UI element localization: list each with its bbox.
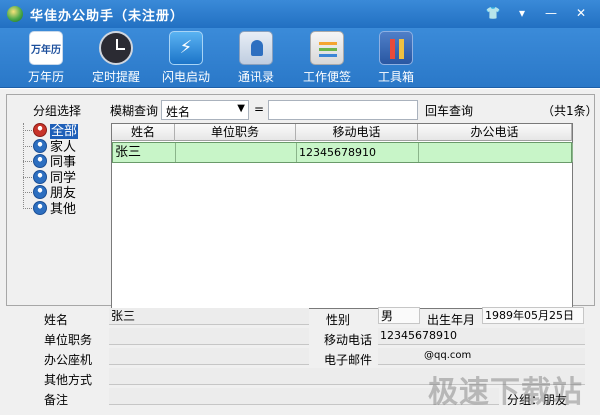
group-item-friends[interactable]: 朋友 [19, 185, 114, 201]
contacts-panel: 分组选择 模糊查询 姓名 ▼ = 回车查询 （共1条） 全部 家人 同事 同学 … [6, 94, 598, 309]
fuzzy-query-label: 模糊查询 [110, 104, 159, 118]
group-item-colleagues[interactable]: 同事 [19, 154, 114, 170]
detail-gender-label: 性别 [326, 313, 351, 327]
cell-mobile: 12345678910 [297, 143, 419, 162]
enter-to-search-label: 回车查询 [425, 104, 474, 118]
close-icon[interactable]: ✕ [570, 4, 592, 22]
title-bar: 华佳办公助手（未注册） 👕 ▾ — ✕ [0, 0, 600, 28]
menu-dropdown-icon[interactable]: ▾ [511, 4, 533, 22]
watermark: 极速下载站 [428, 375, 583, 410]
detail-name-label: 姓名 [44, 313, 69, 327]
query-field-value: 姓名 [166, 105, 191, 119]
toolbox-label: 工具箱 [377, 70, 414, 84]
group-item-family[interactable]: 家人 [19, 138, 114, 155]
detail-title-value [109, 328, 309, 345]
detail-note-label: 备注 [44, 393, 69, 407]
minimize-icon[interactable]: — [540, 4, 562, 22]
search-input[interactable] [268, 100, 418, 120]
group-item-all[interactable]: 全部 [19, 123, 114, 139]
detail-mobile-value: 12345678910 [378, 328, 585, 345]
toolbox-icon [379, 31, 413, 65]
detail-mobile-label: 移动电话 [324, 333, 373, 347]
main-area: 分组选择 模糊查询 姓名 ▼ = 回车查询 （共1条） 全部 家人 同事 同学 … [0, 89, 600, 415]
toolbox-button[interactable]: 工具箱 [360, 31, 432, 85]
person-icon [33, 200, 47, 215]
detail-name-value: 张三 [109, 308, 309, 325]
table-header: 姓名 单位职务 移动电话 办公电话 [112, 124, 572, 141]
group-item-classmates[interactable]: 同学 [19, 169, 114, 186]
equals-label: = [254, 102, 265, 116]
person-icon [33, 123, 47, 137]
skin-icon[interactable]: 👕 [482, 4, 504, 22]
person-icon [33, 169, 47, 184]
address-book-icon [239, 31, 273, 65]
detail-email-label: 电子邮件 [324, 353, 373, 367]
lightning-icon: ⚡ [169, 31, 203, 65]
quick-launch-button[interactable]: ⚡ 闪电启动 [150, 31, 222, 85]
result-count: （共1条） [542, 104, 598, 118]
query-field-select[interactable]: 姓名 ▼ [161, 100, 249, 120]
detail-office-value [109, 348, 309, 365]
detail-gender-value: 男 [378, 307, 420, 324]
clock-icon [99, 31, 133, 65]
address-book-button[interactable]: 通讯录 [220, 31, 292, 85]
person-icon [33, 185, 47, 199]
cell-title [176, 143, 297, 162]
address-book-label: 通讯录 [237, 70, 274, 84]
contacts-table: 姓名 单位职务 移动电话 办公电话 张三 12345678910 [111, 123, 573, 309]
detail-birth-label: 出生年月 [427, 313, 476, 327]
calendar-button[interactable]: 万年历 万年历 [10, 31, 82, 85]
calendar-label: 万年历 [27, 70, 64, 84]
group-item-other[interactable]: 其他 [19, 200, 114, 217]
cell-office-phone [419, 143, 573, 162]
person-icon [33, 138, 47, 153]
group-select-label: 分组选择 [33, 104, 82, 118]
timed-reminder-button[interactable]: 定时提醒 [80, 31, 152, 85]
column-header-mobile[interactable]: 移动电话 [296, 124, 418, 141]
detail-email-value: @qq.com [378, 348, 585, 365]
detail-other-label: 其他方式 [44, 373, 93, 387]
timed-reminder-label: 定时提醒 [91, 70, 140, 84]
cell-name: 张三 [113, 143, 176, 162]
detail-title-label: 单位职务 [44, 333, 93, 347]
calendar-icon: 万年历 [29, 31, 63, 65]
person-icon [33, 154, 47, 168]
table-row[interactable]: 张三 12345678910 [112, 142, 573, 163]
group-tree: 全部 家人 同事 同学 朋友 其他 [19, 123, 114, 217]
window-title: 华佳办公助手（未注册） [30, 9, 185, 24]
column-header-title[interactable]: 单位职务 [175, 124, 296, 141]
app-logo-icon [7, 6, 23, 22]
work-notes-label: 工作便签 [302, 70, 351, 84]
toolbar: 万年历 万年历 定时提醒 ⚡ 闪电启动 通讯录 工作便签 工具箱 [0, 28, 600, 88]
column-header-name[interactable]: 姓名 [112, 124, 175, 141]
quick-launch-label: 闪电启动 [161, 70, 210, 84]
detail-office-label: 办公座机 [44, 353, 93, 367]
detail-birth-value: 1989年05月25日 [482, 307, 584, 324]
column-header-office-phone[interactable]: 办公电话 [418, 124, 572, 141]
notepad-icon [310, 31, 344, 65]
work-notes-button[interactable]: 工作便签 [291, 31, 363, 85]
chevron-down-icon: ▼ [237, 103, 245, 114]
